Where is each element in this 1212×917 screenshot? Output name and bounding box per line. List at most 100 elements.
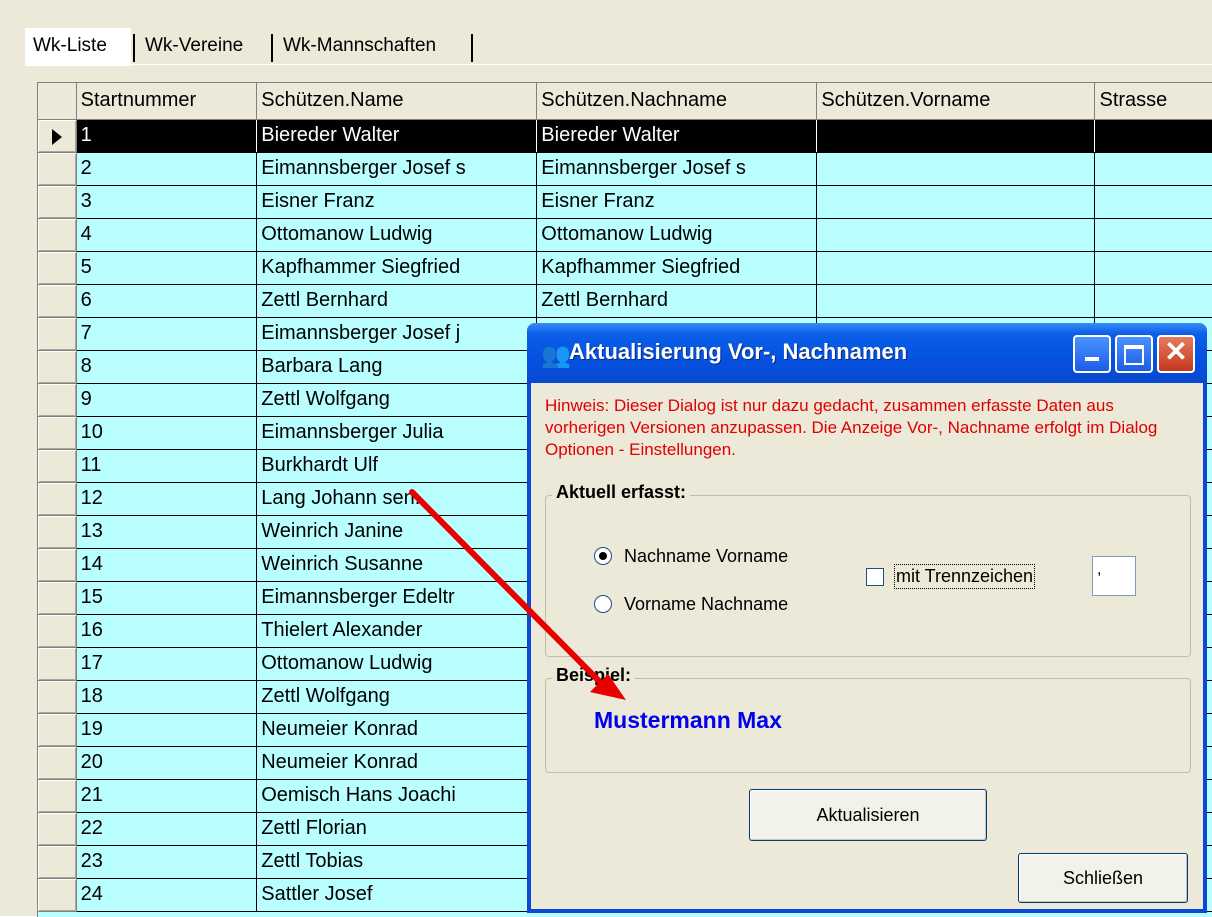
row-selector[interactable] — [38, 614, 77, 648]
cell-startnummer[interactable]: 11 — [76, 449, 258, 483]
cell-nachname[interactable]: Ottomanow Ludwig — [536, 218, 818, 252]
cell-startnummer[interactable]: 10 — [76, 416, 258, 450]
cell-startnummer[interactable]: 3 — [76, 185, 258, 219]
cell-name[interactable]: Zettl Tobias — [256, 845, 538, 879]
cell-startnummer[interactable]: 4 — [76, 218, 258, 252]
row-selector[interactable] — [38, 284, 77, 318]
cell-name[interactable]: Neumeier Konrad — [256, 713, 538, 747]
table-row[interactable]: 5 Kapfhammer Siegfried Kapfhammer Siegfrie… — [38, 251, 1212, 285]
row-selector[interactable] — [38, 746, 77, 780]
cell-name[interactable]: Thielert Alexander — [256, 614, 538, 648]
checkbox-label[interactable]: mit Trennzeichen — [893, 564, 1036, 589]
row-selector[interactable] — [38, 218, 77, 252]
cell-strasse[interactable] — [1094, 251, 1212, 285]
column-header-startnummer[interactable]: Startnummer — [76, 83, 258, 120]
cell-name[interactable]: Eisner Franz — [256, 185, 538, 219]
cell-startnummer[interactable]: 5 — [76, 251, 258, 285]
row-selector[interactable] — [38, 119, 77, 153]
row-selector[interactable] — [38, 317, 77, 351]
row-selector[interactable] — [38, 812, 77, 846]
tab-wk-liste[interactable]: Wk-Liste — [25, 28, 131, 66]
cell-startnummer[interactable]: 19 — [76, 713, 258, 747]
cell-strasse[interactable] — [1094, 152, 1212, 186]
table-row[interactable]: 2 Eimannsberger Josef s Eimannsberger Jose… — [38, 152, 1212, 186]
cell-startnummer[interactable]: 2 — [76, 152, 258, 186]
cell-name[interactable]: Lang Johann sen. — [256, 482, 538, 516]
row-selector[interactable] — [38, 185, 77, 219]
cell-strasse[interactable] — [1094, 218, 1212, 252]
cell-startnummer[interactable]: 12 — [76, 482, 258, 516]
table-row[interactable]: 1 Biereder Walter Biereder Walter — [38, 119, 1212, 153]
row-selector[interactable] — [38, 647, 77, 681]
cell-name[interactable]: Zettl Bernhard — [256, 284, 538, 318]
row-selector[interactable] — [38, 548, 77, 582]
cell-vorname[interactable] — [816, 251, 1096, 285]
cell-name[interactable]: Neumeier Konrad — [256, 746, 538, 780]
cell-name[interactable]: Kapfhammer Siegfried — [256, 251, 538, 285]
row-selector[interactable] — [38, 449, 77, 483]
column-header-vorname[interactable]: Schützen.Vorname — [816, 83, 1096, 120]
cell-name[interactable]: Biereder Walter — [256, 119, 538, 153]
cell-vorname[interactable] — [816, 185, 1096, 219]
row-selector[interactable] — [38, 581, 77, 615]
cell-strasse[interactable] — [1094, 185, 1212, 219]
row-selector[interactable] — [38, 680, 77, 714]
column-header-nachname[interactable]: Schützen.Nachname — [536, 83, 818, 120]
cell-name[interactable]: Sattler Josef — [256, 878, 538, 912]
table-row[interactable]: 6 Zettl Bernhard Zettl Bernhard — [38, 284, 1212, 318]
cell-nachname[interactable]: Zettl Bernhard — [536, 284, 818, 318]
row-selector[interactable] — [38, 515, 77, 549]
maximize-button[interactable] — [1115, 335, 1153, 373]
row-selector[interactable] — [38, 878, 77, 912]
cell-name[interactable]: Weinrich Janine — [256, 515, 538, 549]
cell-name[interactable]: Ottomanow Ludwig — [256, 647, 538, 681]
row-selector[interactable] — [38, 251, 77, 285]
cell-startnummer[interactable]: 24 — [76, 878, 258, 912]
separator-checkbox[interactable] — [866, 568, 884, 586]
cell-vorname[interactable] — [816, 284, 1096, 318]
cell-name[interactable]: Weinrich Susanne — [256, 548, 538, 582]
table-row[interactable]: 4 Ottomanow Ludwig Ottomanow Ludwig — [38, 218, 1212, 252]
row-selector[interactable] — [38, 350, 77, 384]
cell-startnummer[interactable]: 17 — [76, 647, 258, 681]
cell-vorname[interactable] — [816, 119, 1096, 153]
radio-button[interactable] — [594, 595, 612, 613]
cell-name[interactable]: Eimannsberger Josef j — [256, 317, 538, 351]
tab-wk-vereine[interactable]: Wk-Vereine — [137, 28, 269, 64]
cell-name[interactable]: Zettl Florian — [256, 812, 538, 846]
cell-startnummer[interactable]: 22 — [76, 812, 258, 846]
cell-name[interactable]: Eimannsberger Edeltr — [256, 581, 538, 615]
cell-name[interactable]: Zettl Wolfgang — [256, 680, 538, 714]
cell-nachname[interactable]: Kapfhammer Siegfried — [536, 251, 818, 285]
cell-startnummer[interactable]: 7 — [76, 317, 258, 351]
cell-startnummer[interactable]: 15 — [76, 581, 258, 615]
cell-startnummer[interactable]: 20 — [76, 746, 258, 780]
cell-nachname[interactable]: Biereder Walter — [536, 119, 818, 153]
close-window-button[interactable]: ✕ — [1157, 335, 1195, 373]
separator-input[interactable]: , — [1092, 556, 1136, 596]
cell-nachname[interactable]: Eimannsberger Josef s — [536, 152, 818, 186]
cell-startnummer[interactable]: 13 — [76, 515, 258, 549]
table-row[interactable]: 3 Eisner Franz Eisner Franz — [38, 185, 1212, 219]
row-selector[interactable] — [38, 152, 77, 186]
column-header-name[interactable]: Schützen.Name — [256, 83, 538, 120]
cell-startnummer[interactable]: 9 — [76, 383, 258, 417]
row-selector[interactable] — [38, 383, 77, 417]
cell-strasse[interactable] — [1094, 284, 1212, 318]
cell-vorname[interactable] — [816, 152, 1096, 186]
cell-startnummer[interactable]: 8 — [76, 350, 258, 384]
row-selector[interactable] — [38, 482, 77, 516]
cell-name[interactable]: Eimannsberger Josef s — [256, 152, 538, 186]
dialog-title-bar[interactable]: 👥 Aktualisierung Vor-, Nachnamen ✕ — [527, 323, 1207, 383]
minimize-button[interactable] — [1073, 335, 1111, 373]
cell-startnummer[interactable]: 18 — [76, 680, 258, 714]
cell-name[interactable]: Barbara Lang — [256, 350, 538, 384]
cell-startnummer[interactable]: 21 — [76, 779, 258, 813]
cell-name[interactable]: Burkhardt Ulf — [256, 449, 538, 483]
row-selector[interactable] — [38, 845, 77, 879]
row-selector[interactable] — [38, 416, 77, 450]
cell-nachname[interactable]: Eisner Franz — [536, 185, 818, 219]
row-selector[interactable] — [38, 713, 77, 747]
cell-startnummer[interactable]: 1 — [76, 119, 258, 153]
cell-startnummer[interactable]: 6 — [76, 284, 258, 318]
